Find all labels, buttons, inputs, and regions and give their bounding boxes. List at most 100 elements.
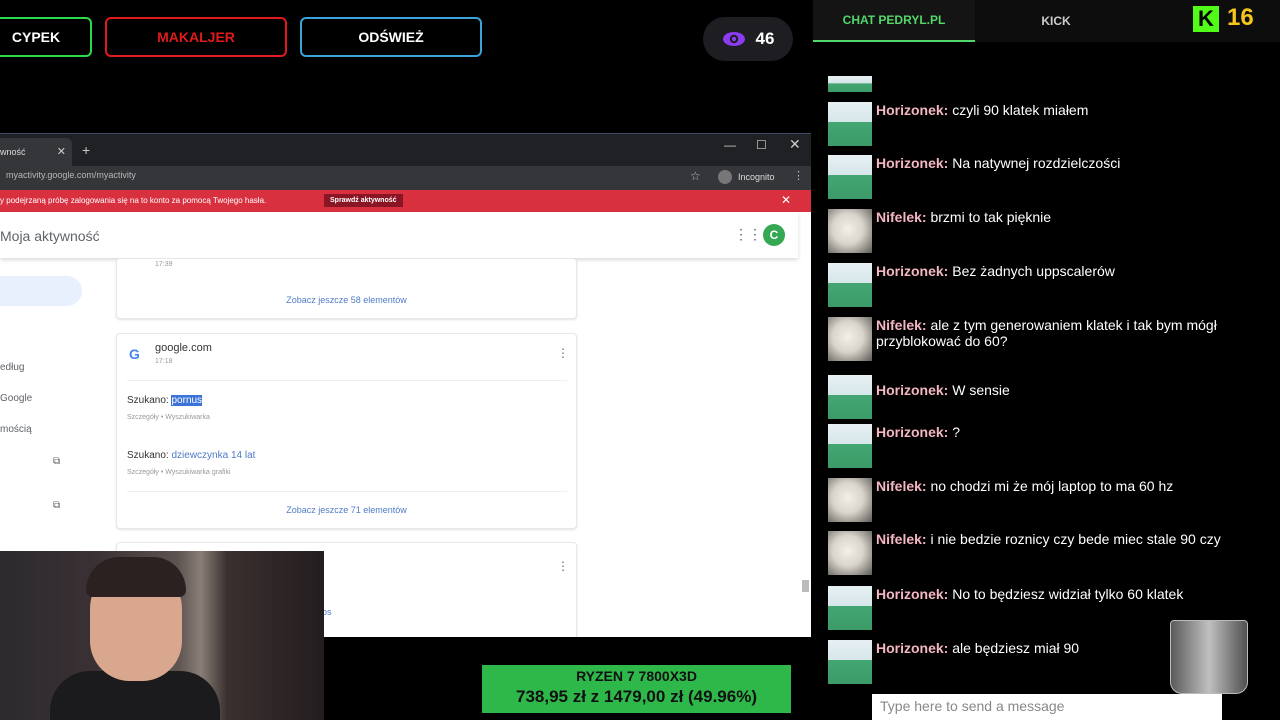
username[interactable]: Horizonek: bbox=[876, 263, 948, 279]
security-alert-banner: y podejrzaną próbę zalogowania się na to… bbox=[0, 190, 811, 212]
search-query-link[interactable]: dziewczynka 14 lat bbox=[171, 450, 255, 461]
kick-viewer-count: 16 bbox=[1227, 4, 1254, 31]
browser-tab-strip: wność ✕ + — ☐ ✕ bbox=[0, 134, 811, 166]
kick-logo-icon: K bbox=[1193, 6, 1219, 32]
message-text: Nifelek: ale z tym generowaniem klatek i… bbox=[876, 317, 1236, 349]
search-entry: Szukano: dziewczynka 14 lat bbox=[127, 450, 255, 461]
message-body: ale z tym generowaniem klatek i tak bym … bbox=[876, 317, 1217, 349]
see-more-link[interactable]: Zobacz jeszcze 58 elementów bbox=[117, 295, 576, 305]
tab-chat-pedryl[interactable]: CHAT PEDRYL.PL bbox=[813, 0, 975, 42]
message-body: Bez żadnych uppscalerów bbox=[948, 263, 1115, 279]
browser-menu-icon[interactable]: ⋮ bbox=[793, 169, 804, 182]
close-alert-icon[interactable]: ✕ bbox=[781, 193, 791, 207]
close-window-icon[interactable]: ✕ bbox=[789, 136, 801, 153]
user-avatar bbox=[828, 478, 872, 522]
makaljer-button[interactable]: MAKALJER bbox=[105, 17, 287, 57]
username[interactable]: Horizonek: bbox=[876, 586, 948, 602]
cypek-button[interactable]: CYPEK bbox=[0, 17, 92, 57]
address-bar[interactable]: myactivity.google.com/myactivity ☆ Incog… bbox=[0, 166, 811, 190]
username[interactable]: Horizonek: bbox=[876, 640, 948, 656]
tab-kick[interactable]: KICK bbox=[975, 0, 1137, 42]
entry-details[interactable]: Szczegóły • Wyszukiwarka bbox=[127, 414, 210, 421]
browser-tab[interactable]: wność ✕ bbox=[0, 138, 72, 166]
external-link-icon[interactable]: ⧉ bbox=[53, 456, 60, 467]
user-avatar bbox=[828, 209, 872, 253]
new-tab-icon[interactable]: + bbox=[82, 142, 90, 158]
search-query-link[interactable]: pornus bbox=[171, 395, 203, 406]
message-text: Horizonek: Na natywnej rozdzielczości bbox=[876, 155, 1236, 171]
user-avatar bbox=[828, 263, 872, 307]
search-entry: Szukano: pornus bbox=[127, 395, 203, 406]
check-activity-button[interactable]: Sprawdź aktywność bbox=[324, 194, 403, 207]
close-tab-icon[interactable]: ✕ bbox=[57, 145, 66, 158]
message-body: Na natywnej rozdzielczości bbox=[948, 155, 1121, 171]
chat-message-input[interactable]: Type here to send a message bbox=[872, 694, 1222, 720]
activity-header: Moja aktywność ⋮⋮⋮ C bbox=[0, 212, 798, 258]
activity-card-google: G google.com 17:18 ⋮ Szukano: pornus Szc… bbox=[116, 333, 577, 529]
username[interactable]: Horizonek: bbox=[876, 155, 948, 171]
viewer-count: 46 bbox=[755, 29, 775, 48]
username[interactable]: Nifelek: bbox=[876, 209, 927, 225]
username[interactable]: Horizonek: bbox=[876, 382, 948, 398]
refresh-button[interactable]: ODŚWIEŻ bbox=[300, 17, 482, 57]
incognito-indicator: Incognito bbox=[718, 170, 775, 184]
message-text: Horizonek: No to będziesz widział tylko … bbox=[876, 586, 1236, 602]
chat-message-partial bbox=[828, 76, 1248, 92]
message-body: No to będziesz widział tylko 60 klatek bbox=[948, 586, 1184, 602]
entry-details[interactable]: Szczegóły • Wyszukiwarka grafiki bbox=[127, 469, 231, 476]
user-avatar bbox=[828, 586, 872, 630]
message-body: czyli 90 klatek miałem bbox=[948, 102, 1089, 118]
message-text: Horizonek: Bez żadnych uppscalerów bbox=[876, 263, 1236, 279]
user-avatar bbox=[828, 424, 872, 468]
message-body: ? bbox=[948, 424, 961, 440]
url-text[interactable]: myactivity.google.com/myactivity bbox=[6, 170, 136, 180]
message-text: Nifelek: no chodzi mi że mój laptop to m… bbox=[876, 478, 1236, 494]
user-avatar bbox=[828, 76, 872, 92]
message-body: W sensie bbox=[948, 382, 1010, 398]
external-link-icon[interactable]: ⧉ bbox=[53, 500, 60, 511]
glass-cup-overlay bbox=[1170, 620, 1248, 694]
message-text: Horizonek: W sensie bbox=[876, 382, 1236, 398]
message-body: no chodzi mi że mój laptop to ma 60 hz bbox=[926, 478, 1174, 494]
card-menu-icon[interactable]: ⋮ bbox=[557, 346, 569, 360]
page-scrollbar[interactable] bbox=[802, 580, 809, 592]
minimize-icon[interactable]: — bbox=[724, 138, 736, 152]
incognito-label: Incognito bbox=[738, 172, 775, 182]
card-domain: google.com bbox=[155, 342, 212, 354]
bookmark-star-icon[interactable]: ☆ bbox=[690, 169, 701, 183]
sidebar-item-activity[interactable]: mością bbox=[0, 424, 32, 435]
user-avatar bbox=[828, 375, 872, 419]
account-avatar[interactable]: C bbox=[763, 224, 785, 246]
message-text: Horizonek: czyli 90 klatek miałem bbox=[876, 102, 1236, 118]
user-avatar bbox=[828, 102, 872, 146]
incognito-icon bbox=[718, 170, 732, 184]
card-menu-icon[interactable]: ⋮ bbox=[557, 559, 569, 573]
message-text: Nifelek: i nie bedzie roznicy czy bede m… bbox=[876, 531, 1236, 547]
entry-prefix: Szukano: bbox=[127, 395, 172, 406]
divider bbox=[127, 491, 567, 492]
maximize-icon[interactable]: ☐ bbox=[756, 138, 767, 152]
username[interactable]: Horizonek: bbox=[876, 424, 948, 440]
see-more-link[interactable]: Zobacz jeszcze 71 elementów bbox=[117, 505, 576, 515]
streamer-hair bbox=[86, 557, 186, 597]
message-body: brzmi to tak pięknie bbox=[926, 209, 1052, 225]
user-avatar bbox=[828, 531, 872, 575]
user-avatar bbox=[828, 155, 872, 199]
sidebar-item-google[interactable]: Google bbox=[0, 393, 32, 404]
sidebar-active-item[interactable] bbox=[0, 276, 82, 306]
viewer-count-badge: 46 bbox=[703, 17, 793, 61]
google-g-icon: G bbox=[129, 346, 140, 362]
username[interactable]: Horizonek: bbox=[876, 102, 948, 118]
price-goal-box: RYZEN 7 7800X3D 738,95 zł z 1479,00 zł (… bbox=[482, 665, 791, 713]
activity-card-previous: 17:39 Zobacz jeszcze 58 elementów bbox=[116, 258, 577, 319]
entry-prefix: Szukano: bbox=[127, 450, 172, 461]
username[interactable]: Nifelek: bbox=[876, 478, 927, 494]
goal-progress-text: 738,95 zł z 1479,00 zł (49.96%) bbox=[516, 687, 757, 706]
username[interactable]: Nifelek: bbox=[876, 317, 927, 333]
user-avatar bbox=[828, 317, 872, 361]
message-text: Horizonek: ? bbox=[876, 424, 1236, 440]
browser-tab-title: wność bbox=[0, 147, 26, 157]
product-name: RYZEN 7 7800X3D bbox=[576, 668, 697, 684]
username[interactable]: Nifelek: bbox=[876, 531, 927, 547]
sidebar-item-by[interactable]: edług bbox=[0, 362, 24, 373]
